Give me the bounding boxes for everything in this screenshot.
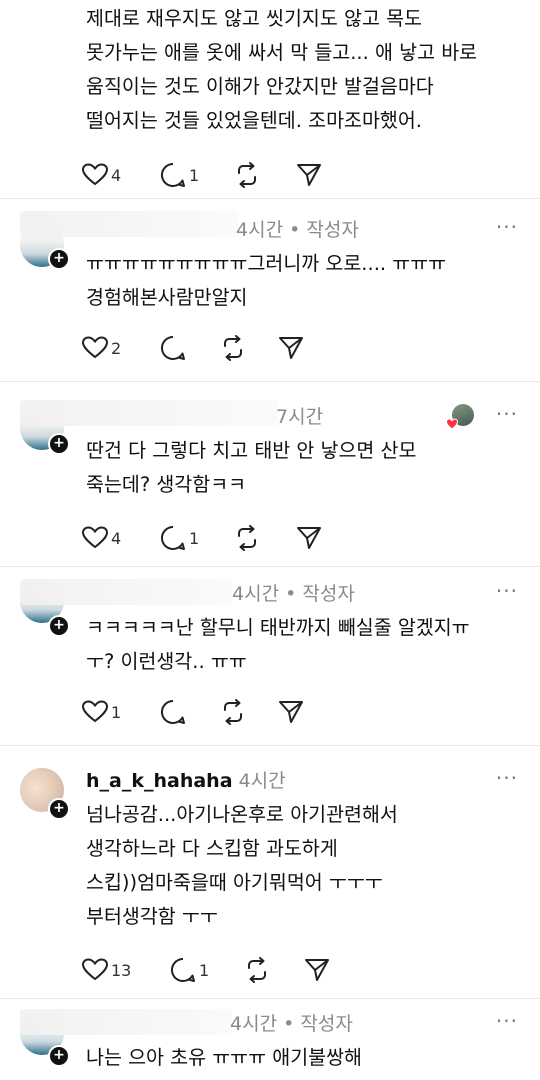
follow-plus-icon[interactable]: + — [48, 1045, 70, 1067]
like-button[interactable]: 4 — [82, 524, 121, 552]
comment-icon — [161, 335, 185, 360]
follow-plus-icon[interactable]: + — [48, 798, 70, 820]
send-icon — [279, 701, 303, 723]
like-button[interactable]: 2 — [82, 334, 121, 362]
repost-button[interactable] — [220, 698, 246, 726]
more-icon[interactable]: ··· — [496, 579, 518, 603]
share-button[interactable] — [296, 524, 322, 552]
author-tag: 작성자 — [300, 1013, 353, 1035]
reply-button[interactable]: 1 — [170, 956, 209, 984]
repost-button[interactable] — [234, 524, 260, 552]
like-count: 1 — [111, 702, 122, 722]
reply-button[interactable] — [160, 698, 186, 726]
comment-item: + 4시간 • 작성자 ··· ㅠㅠㅠㅠㅠㅠㅠㅠㅠ그러니까 오로.... ㅠㅠㅠ… — [0, 199, 540, 381]
like-count: 2 — [111, 338, 122, 358]
like-count: 4 — [111, 165, 122, 185]
comment-item: + 4시간 • 작성자 ··· ㅋㅋㅋㅋㅋ난 할무니 태반까지 빼실줄 알겠지ㅠ… — [0, 567, 540, 745]
top-post: 제대로 재우지도 않고 씻기지도 않고 목도 못가누는 애를 옷에 싸서 막 들… — [0, 0, 540, 200]
comment-item: + 7시간 ··· 딴건 다 그렇다 치고 태반 안 낳으면 산모 죽는데? 생… — [0, 382, 540, 566]
comment-body-text: ㅠㅠㅠㅠㅠㅠㅠㅠㅠ그러니까 오로.... ㅠㅠㅠ 경험해본사람만알지 — [86, 252, 447, 309]
meta-separator: • — [283, 1013, 295, 1035]
more-icon[interactable]: ··· — [496, 766, 518, 790]
post-time: 4시간 — [230, 1013, 278, 1035]
repost-icon — [248, 957, 266, 983]
heart-icon — [82, 526, 108, 549]
comment-body-text: 나는 으아 초유 ㅠㅠㅠ 애기불쌍해 — [86, 1046, 362, 1069]
send-icon — [297, 164, 321, 186]
comment-icon — [161, 525, 185, 550]
comment-item: + h_a_k_hahaha 4시간 ··· 넘나공감...아기나온후로 아기관… — [0, 746, 540, 998]
comment-icon — [161, 162, 185, 187]
repost-button[interactable] — [234, 161, 260, 189]
heart-icon — [82, 700, 108, 723]
reply-button[interactable] — [160, 334, 186, 362]
more-icon[interactable]: ··· — [496, 402, 518, 426]
comment-body-text: ㅋㅋㅋㅋㅋ난 할무니 태반까지 빼실줄 알겠지ㅠ ㅜ? 이런생각.. ㅠㅠ — [86, 616, 470, 673]
meta-separator: • — [289, 219, 301, 241]
like-button[interactable]: 13 — [82, 956, 131, 984]
post-meta: 4시간 • 작성자 — [236, 215, 359, 242]
repost-button[interactable] — [220, 334, 246, 362]
username-redacted — [20, 400, 278, 426]
repost-icon — [238, 525, 256, 551]
author-tag: 작성자 — [306, 219, 359, 241]
post-meta: 4시간 • 작성자 — [230, 1009, 353, 1036]
heart-icon — [446, 418, 458, 430]
send-icon — [297, 527, 321, 549]
send-icon — [305, 959, 329, 981]
username[interactable]: h_a_k_hahaha — [86, 770, 233, 792]
username-redacted — [20, 579, 232, 605]
repost-icon — [224, 335, 242, 361]
repost-icon — [238, 162, 256, 188]
post-meta: h_a_k_hahaha 4시간 — [86, 766, 286, 793]
like-button[interactable]: 4 — [82, 161, 121, 189]
follow-plus-icon[interactable]: + — [48, 615, 70, 637]
repost-icon — [224, 699, 242, 725]
heart-icon — [82, 163, 108, 186]
post-time: 7시간 — [276, 406, 324, 428]
follow-plus-icon[interactable]: + — [48, 248, 70, 270]
share-button[interactable] — [296, 161, 322, 189]
post-time: 4시간 — [232, 583, 280, 605]
share-button[interactable] — [278, 334, 304, 362]
like-count: 4 — [111, 528, 122, 548]
follow-plus-icon[interactable]: + — [48, 433, 70, 455]
post-body-text: 제대로 재우지도 않고 씻기지도 않고 목도 못가누는 애를 옷에 싸서 막 들… — [86, 7, 478, 132]
reply-button[interactable]: 1 — [160, 161, 199, 189]
post-meta: 4시간 • 작성자 — [232, 579, 355, 606]
author-tag: 작성자 — [302, 583, 355, 605]
reply-count: 1 — [199, 960, 210, 980]
share-button[interactable] — [304, 956, 330, 984]
heart-icon — [82, 958, 108, 981]
comment-body-text: 딴건 다 그렇다 치고 태반 안 낳으면 산모 죽는데? 생각함ㅋㅋ — [86, 439, 417, 496]
reply-count: 1 — [189, 165, 200, 185]
more-icon[interactable]: ··· — [496, 215, 518, 239]
post-time: 4시간 — [238, 770, 286, 792]
comment-item: + 4시간 • 작성자 ··· 나는 으아 초유 ㅠㅠㅠ 애기불쌍해 — [0, 999, 540, 1080]
username-redacted — [20, 1009, 232, 1035]
heart-icon — [82, 336, 108, 359]
meta-separator: • — [285, 583, 297, 605]
more-icon[interactable]: ··· — [496, 1009, 518, 1033]
comment-body-text: 넘나공감...아기나온후로 아기관련해서 생각하느라 다 스킵함 과도하게 스킵… — [86, 803, 398, 928]
repost-button[interactable] — [244, 956, 270, 984]
username-redacted — [20, 211, 238, 237]
post-time: 4시간 — [236, 219, 284, 241]
reply-count: 1 — [189, 528, 200, 548]
send-icon — [279, 337, 303, 359]
comment-icon — [161, 699, 185, 724]
post-meta: 7시간 — [276, 402, 323, 429]
reply-button[interactable]: 1 — [160, 524, 199, 552]
like-button[interactable]: 1 — [82, 698, 121, 726]
like-count: 13 — [111, 960, 132, 980]
comment-icon — [171, 957, 195, 982]
share-button[interactable] — [278, 698, 304, 726]
